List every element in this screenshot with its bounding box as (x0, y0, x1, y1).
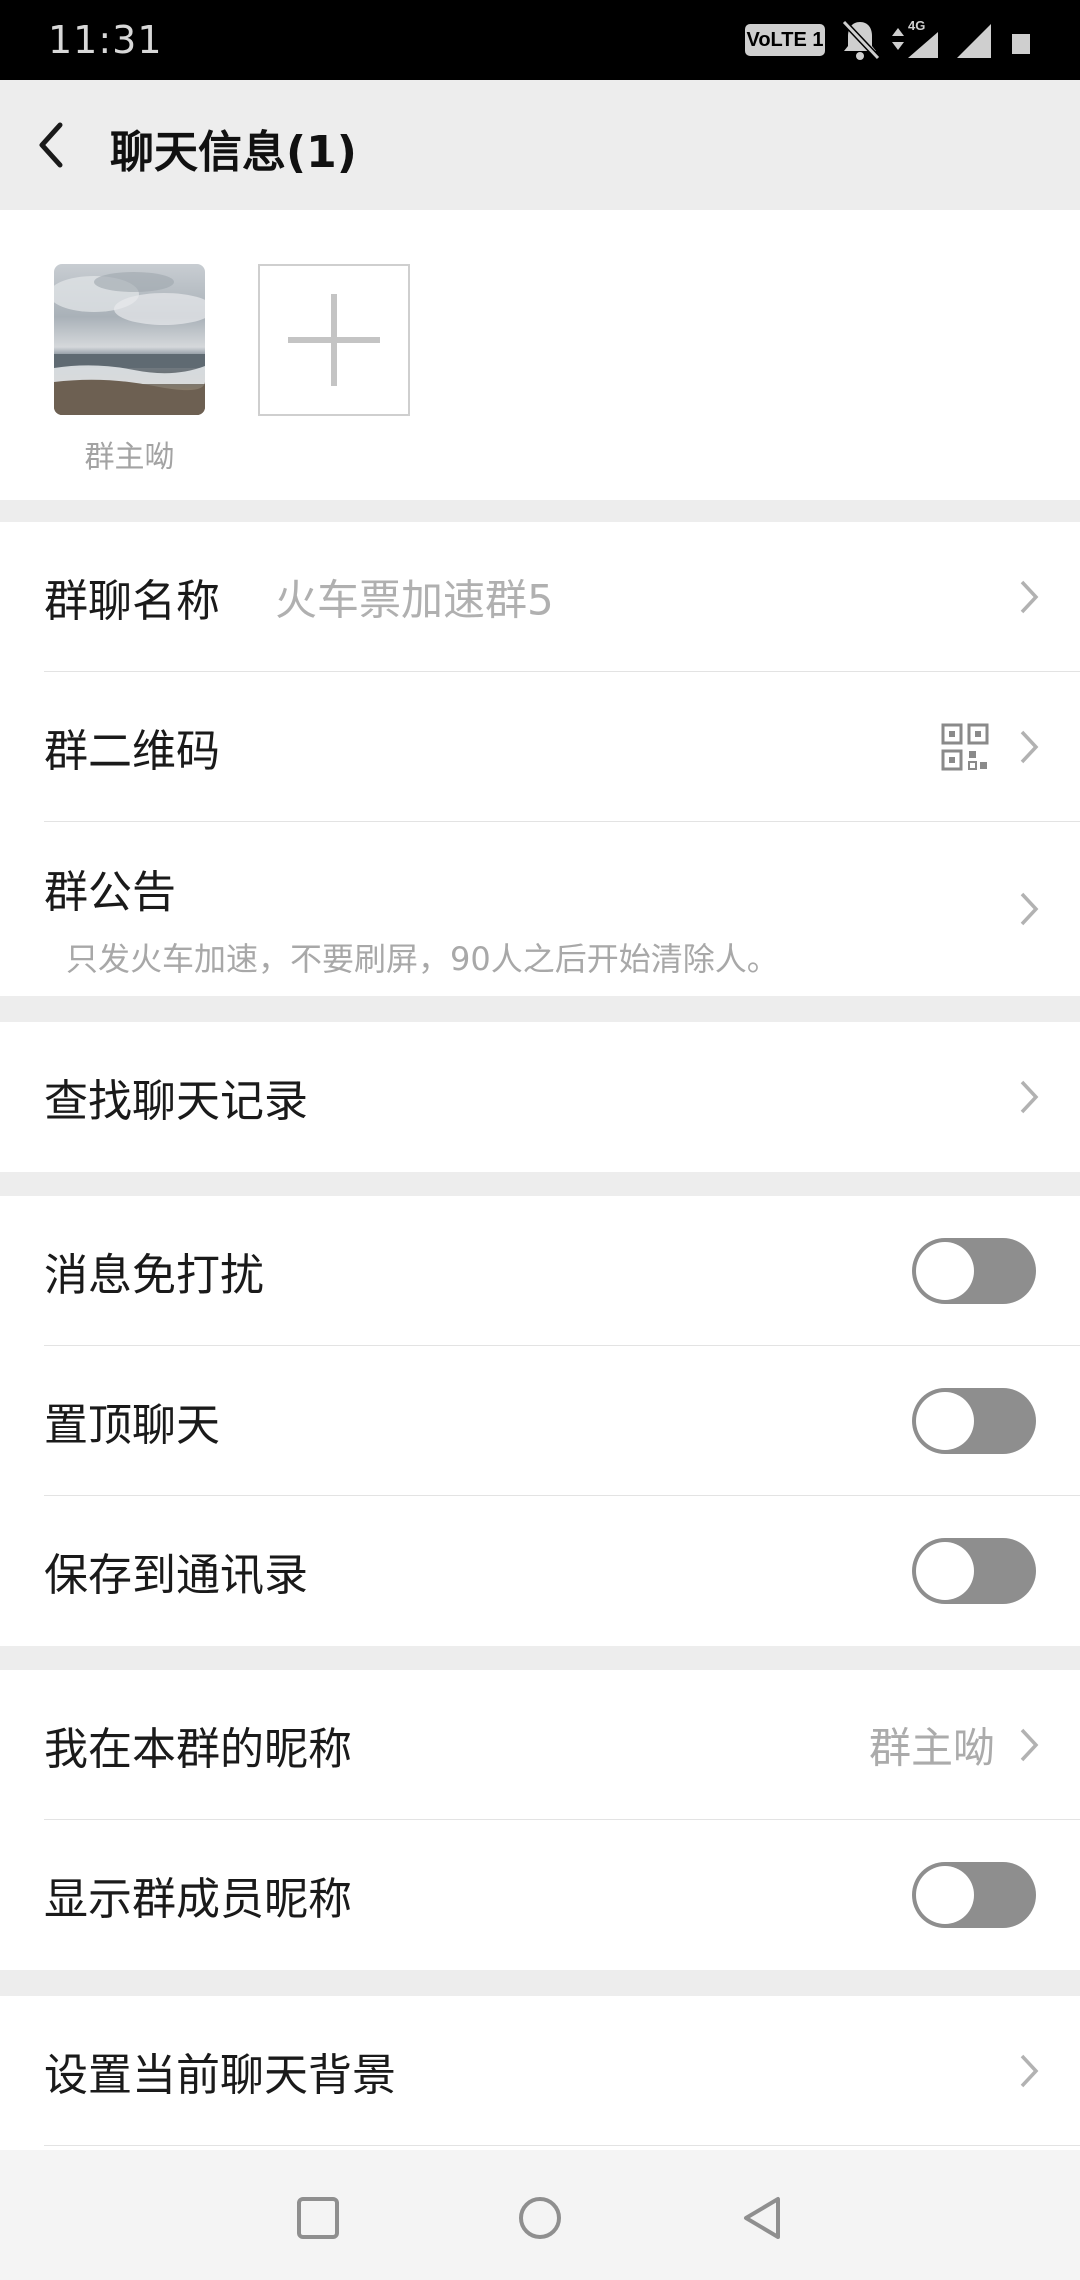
divider (44, 2145, 1080, 2146)
member-avatar[interactable] (54, 264, 205, 415)
toggle-knob (916, 1242, 974, 1300)
chat-settings-section: 消息免打扰 置顶聊天 保存到通讯录 (0, 1196, 1080, 1646)
qr-code-icon (941, 723, 989, 771)
save-contacts-toggle[interactable] (912, 1538, 1036, 1604)
battery-icon (1010, 32, 1032, 60)
toggle-knob (916, 1542, 974, 1600)
mute-row: 消息免打扰 (0, 1196, 1080, 1346)
chevron-right-icon (1020, 580, 1039, 614)
background-section: 设置当前聊天背景 (0, 1996, 1080, 2150)
search-history-label: 查找聊天记录 (44, 1076, 308, 1127)
chevron-right-icon (1020, 2054, 1039, 2088)
members-grid: 群主呦 (0, 210, 1080, 500)
chevron-right-icon (1020, 1080, 1039, 1114)
page-title: 聊天信息(1) (110, 127, 357, 178)
save-contacts-label: 保存到通讯录 (44, 1550, 308, 1601)
add-member-button[interactable] (258, 264, 410, 416)
toggle-knob (916, 1392, 974, 1450)
status-bar: 11:31 VoLTE 1 4G (0, 0, 1080, 80)
chat-background-label: 设置当前聊天背景 (44, 2050, 396, 2101)
back-triangle-icon[interactable] (740, 2195, 786, 2241)
my-nickname-label: 我在本群的昵称 (44, 1724, 352, 1775)
qr-code-row[interactable]: 群二维码 (0, 672, 1080, 822)
signal-4g-icon: 4G (890, 18, 946, 66)
toggle-knob (916, 1866, 974, 1924)
announcement-label: 群公告 (44, 867, 176, 918)
chevron-right-icon (1020, 730, 1039, 764)
show-nicknames-label: 显示群成员昵称 (44, 1874, 352, 1925)
save-contacts-row: 保存到通讯录 (0, 1496, 1080, 1646)
seascape-photo (54, 272, 205, 415)
chevron-right-icon (1020, 892, 1039, 926)
mute-bell-icon (840, 18, 881, 66)
chat-info-screen: 11:31 VoLTE 1 4G 聊天信息(1) 群主呦 群聊名称 火车票加速群… (0, 0, 1080, 2280)
group-info-section: 群聊名称 火车票加速群5 群二维码 群公告 只发火车加速，不要刷屏，90人之后开… (0, 522, 1080, 996)
chat-background-row[interactable]: 设置当前聊天背景 (0, 1996, 1080, 2146)
group-name-row[interactable]: 群聊名称 火车票加速群5 (0, 522, 1080, 672)
top-bar: 聊天信息(1) (0, 80, 1080, 210)
home-circle-icon[interactable] (517, 2195, 563, 2241)
back-arrow-icon[interactable] (32, 115, 72, 175)
status-time: 11:31 (48, 18, 163, 62)
search-section: 查找聊天记录 (0, 1022, 1080, 1172)
member-name: 群主呦 (84, 440, 175, 475)
plus-icon (288, 294, 380, 386)
nickname-section: 我在本群的昵称 群主呦 显示群成员昵称 (0, 1670, 1080, 1970)
chevron-right-icon (1020, 1728, 1039, 1762)
pin-chat-label: 置顶聊天 (44, 1400, 220, 1451)
group-name-value: 火车票加速群5 (275, 575, 554, 625)
volte-badge: VoLTE 1 (745, 24, 825, 56)
mute-label: 消息免打扰 (44, 1250, 264, 1301)
announcement-row[interactable]: 群公告 只发火车加速，不要刷屏，90人之后开始清除人。 (0, 822, 1080, 996)
network-type-label: 4G (908, 18, 925, 33)
mute-toggle[interactable] (912, 1238, 1036, 1304)
my-nickname-row[interactable]: 我在本群的昵称 群主呦 (0, 1670, 1080, 1820)
group-name-label: 群聊名称 (44, 576, 220, 627)
qr-code-label: 群二维码 (44, 726, 220, 777)
system-nav-bar (0, 2150, 1080, 2280)
search-history-row[interactable]: 查找聊天记录 (0, 1022, 1080, 1172)
pin-chat-toggle[interactable] (912, 1388, 1036, 1454)
show-nicknames-row: 显示群成员昵称 (0, 1820, 1080, 1970)
show-nicknames-toggle[interactable] (912, 1862, 1036, 1928)
my-nickname-value: 群主呦 (868, 1723, 995, 1773)
recents-square-icon[interactable] (295, 2195, 341, 2241)
pin-chat-row: 置顶聊天 (0, 1346, 1080, 1496)
announcement-text: 只发火车加速，不要刷屏，90人之后开始清除人。 (66, 940, 779, 978)
signal-strength-icon (955, 18, 995, 66)
